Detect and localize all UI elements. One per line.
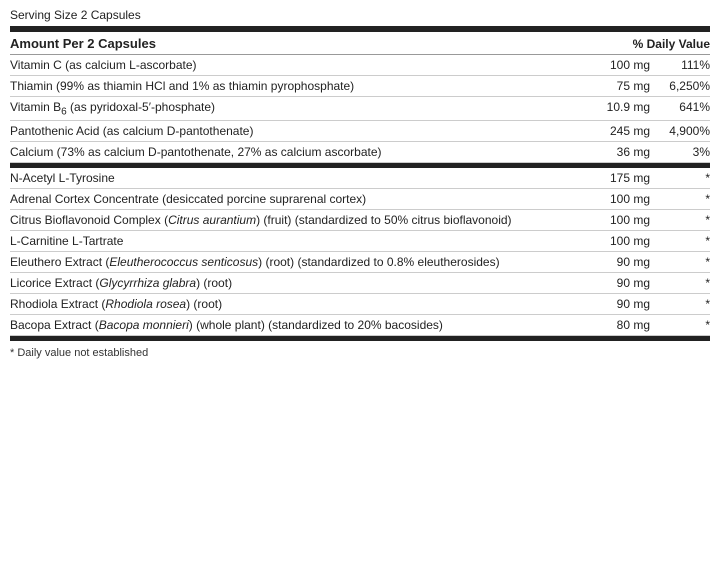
nutrient-amount: 90 mg [580,297,650,311]
table-row: Citrus Bioflavonoid Complex (Citrus aura… [10,210,710,231]
nutrient-amount: 100 mg [580,213,650,227]
table-row: Licorice Extract (Glycyrrhiza glabra) (r… [10,273,710,294]
nutrient-dv: * [650,255,710,269]
nutrient-name: Calcium (73% as calcium D-pantothenate, … [10,145,580,159]
nutrient-amount: 10.9 mg [580,100,650,114]
daily-value-header: % Daily Value [633,37,710,51]
nutrient-amount: 245 mg [580,124,650,138]
table-row: L-Carnitine L-Tartrate 100 mg * [10,231,710,252]
nutrient-name: N-Acetyl L-Tyrosine [10,171,580,185]
table-row: Calcium (73% as calcium D-pantothenate, … [10,142,710,163]
nutrient-dv: 111% [650,58,710,72]
table-row: Vitamin C (as calcium L-ascorbate) 100 m… [10,55,710,76]
nutrient-name: Vitamin C (as calcium L-ascorbate) [10,58,580,72]
nutrient-amount: 100 mg [580,58,650,72]
nutrient-amount: 80 mg [580,318,650,332]
table-row: Bacopa Extract (Bacopa monnieri) (whole … [10,315,710,336]
nutrient-amount: 100 mg [580,234,650,248]
nutrient-name: Bacopa Extract (Bacopa monnieri) (whole … [10,318,580,332]
nutrient-name: L-Carnitine L-Tartrate [10,234,580,248]
nutrition-header: Amount Per 2 Capsules % Daily Value [10,32,710,55]
nutrient-dv: 4,900% [650,124,710,138]
table-row: Thiamin (99% as thiamin HCl and 1% as th… [10,76,710,97]
nutrient-dv: 3% [650,145,710,159]
nutrition-panel: Serving Size 2 Capsules Amount Per 2 Cap… [0,0,720,369]
vitamins-section: Vitamin C (as calcium L-ascorbate) 100 m… [10,55,710,163]
nutrient-amount: 36 mg [580,145,650,159]
nutrient-amount: 100 mg [580,192,650,206]
nutrient-amount: 75 mg [580,79,650,93]
nutrient-dv: * [650,318,710,332]
nutrient-dv: * [650,297,710,311]
nutrient-dv: * [650,234,710,248]
nutrient-dv: * [650,276,710,290]
nutrient-dv: * [650,171,710,185]
nutrient-name: Thiamin (99% as thiamin HCl and 1% as th… [10,79,580,93]
nutrient-name: Vitamin B6 (as pyridoxal-5′-phosphate) [10,100,580,117]
nutrient-name: Pantothenic Acid (as calcium D-pantothen… [10,124,580,138]
nutrient-name: Citrus Bioflavonoid Complex (Citrus aura… [10,213,580,227]
amount-per-serving-header: Amount Per 2 Capsules [10,36,156,51]
table-row: Adrenal Cortex Concentrate (desiccated p… [10,189,710,210]
nutrient-amount: 175 mg [580,171,650,185]
nutrient-amount: 90 mg [580,276,650,290]
table-row: Pantothenic Acid (as calcium D-pantothen… [10,121,710,142]
footnote: * Daily value not established [10,341,710,359]
nutrient-dv: 6,250% [650,79,710,93]
table-row: Eleuthero Extract (Eleutherococcus senti… [10,252,710,273]
other-ingredients-section: N-Acetyl L-Tyrosine 175 mg * Adrenal Cor… [10,168,710,336]
nutrient-dv: * [650,192,710,206]
nutrient-name: Eleuthero Extract (Eleutherococcus senti… [10,255,580,269]
table-row: N-Acetyl L-Tyrosine 175 mg * [10,168,710,189]
nutrient-dv: * [650,213,710,227]
serving-size-label: Serving Size 2 Capsules [10,8,710,22]
table-row: Vitamin B6 (as pyridoxal-5′-phosphate) 1… [10,97,710,121]
nutrient-dv: 641% [650,100,710,114]
nutrient-amount: 90 mg [580,255,650,269]
nutrient-name: Adrenal Cortex Concentrate (desiccated p… [10,192,580,206]
nutrient-name: Rhodiola Extract (Rhodiola rosea) (root) [10,297,580,311]
nutrient-name: Licorice Extract (Glycyrrhiza glabra) (r… [10,276,580,290]
table-row: Rhodiola Extract (Rhodiola rosea) (root)… [10,294,710,315]
